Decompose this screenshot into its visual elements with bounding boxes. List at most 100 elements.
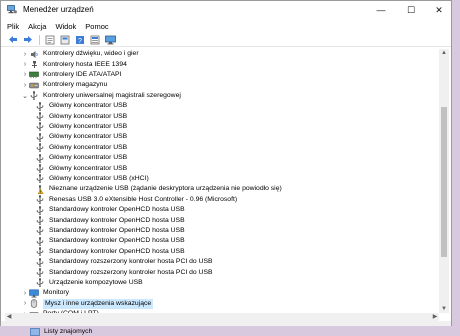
background-window-item: Listy znajomych	[30, 327, 170, 336]
audio-icon	[29, 50, 39, 59]
tree-item-label: Renesas USB 3.0 eXtensible Host Controll…	[49, 195, 238, 203]
usb-icon	[29, 91, 39, 101]
tree-device[interactable]: Główny koncentrator USB	[5, 111, 437, 122]
ide-icon	[29, 70, 39, 79]
tree-item-label: Standardowy kontroler OpenHCD hosta USB	[49, 237, 185, 245]
chevron-right-icon[interactable]: ›	[21, 81, 29, 89]
menu-file[interactable]: Plik	[7, 22, 19, 31]
tree-item-label: Urządzenie kompozytowe USB	[49, 278, 143, 286]
usb-icon	[35, 133, 45, 142]
tree-item-label: Główny koncentrator USB	[49, 143, 128, 151]
scroll-right-icon[interactable]: ▶	[431, 313, 439, 321]
usb-icon	[35, 226, 45, 236]
tree-device[interactable]: Główny koncentrator USB	[5, 163, 437, 174]
usb-icon	[35, 112, 45, 122]
scrollbar-thumb[interactable]	[441, 107, 447, 257]
tree-device[interactable]: Urządzenie kompozytowe USB	[5, 278, 437, 288]
chevron-right-icon[interactable]: ›	[21, 289, 29, 297]
window-title: Menedżer urządzeń	[23, 5, 94, 14]
tree-item-label: Standardowy rozszerzony kontroler hosta …	[49, 268, 213, 276]
chevron-down-icon[interactable]: ⌄	[21, 92, 29, 100]
scroll-left-icon[interactable]: ◀	[5, 313, 13, 321]
device-manager-window: Menedżer urządzeń — ☐ ✕ Plik Akcja Widok…	[0, 0, 452, 326]
back-icon[interactable]	[7, 34, 19, 45]
tree-category[interactable]: › Kontrolery magazynu	[5, 80, 437, 90]
menu-action[interactable]: Akcja	[28, 22, 46, 31]
usb-icon	[35, 257, 45, 267]
tree-item-label: Nieznane urządzenie USB (żądanie deskryp…	[49, 185, 282, 193]
tree-category[interactable]: ⌄ Kontrolery uniwersalnej magistrali szer…	[5, 91, 437, 101]
tree-device[interactable]: Standardowy kontroler OpenHCD hosta USB	[5, 215, 437, 226]
scroll-up-icon[interactable]: ▲	[439, 49, 449, 57]
tree-item-label: Standardowy rozszerzony kontroler hosta …	[49, 258, 213, 266]
usb-icon	[35, 268, 45, 278]
close-button[interactable]: ✕	[425, 1, 453, 19]
tree-device[interactable]: Główny koncentrator USB	[5, 153, 437, 163]
tree-item-label: Główny koncentrator USB	[49, 133, 128, 141]
tree-device[interactable]: Główny koncentrator USB	[5, 101, 437, 111]
monitor-icon	[29, 289, 39, 298]
tree-device[interactable]: Główny koncentrator USB (xHCI)	[5, 174, 437, 184]
tree-category[interactable]: › Kontrolery IDE ATA/ATAPI	[5, 70, 437, 80]
tree-category[interactable]: › Mysz i inne urządzenia wskazujące	[5, 298, 437, 309]
tree-device[interactable]: Standardowy kontroler OpenHCD hosta USB	[5, 205, 437, 215]
tree-item-label: Standardowy kontroler OpenHCD hosta USB	[49, 247, 185, 255]
monitor-icon[interactable]	[104, 34, 116, 45]
tree-device[interactable]: Główny koncentrator USB	[5, 132, 437, 142]
svg-text:?: ?	[78, 38, 82, 45]
tree-device[interactable]: Standardowy kontroler OpenHCD hosta USB	[5, 236, 437, 246]
forward-icon[interactable]	[22, 34, 34, 45]
menu-help[interactable]: Pomoc	[85, 22, 108, 31]
tree-item-label: Mysz i inne urządzenia wskazujące	[43, 298, 154, 309]
tree-item-label: Główny koncentrator USB	[49, 164, 128, 172]
tree-item-label: Standardowy kontroler OpenHCD hosta USB	[49, 216, 185, 224]
tree-item-label: Główny koncentrator USB	[49, 112, 128, 120]
usb-icon	[35, 101, 45, 111]
view-list-icon[interactable]	[89, 34, 101, 45]
tree-device[interactable]: Standardowy kontroler OpenHCD hosta USB	[5, 247, 437, 257]
view-icon[interactable]	[59, 34, 71, 45]
scroll-down-icon[interactable]: ▼	[439, 305, 449, 313]
firewire-icon	[29, 60, 39, 69]
tree-category[interactable]: › Monitory	[5, 288, 437, 298]
tree-device[interactable]: Renesas USB 3.0 eXtensible Host Controll…	[5, 195, 437, 205]
vertical-scrollbar[interactable]: ▲ ▼	[439, 49, 449, 313]
maximize-button[interactable]: ☐	[397, 1, 425, 19]
chevron-right-icon[interactable]: ›	[21, 300, 29, 308]
usb-icon	[35, 195, 45, 205]
tree-item-label: Główny koncentrator USB (xHCI)	[49, 174, 149, 182]
tree-item-label: Kontrolery hosta IEEE 1394	[43, 60, 127, 68]
horizontal-scrollbar[interactable]: ◀ ▶	[5, 313, 439, 321]
menu-bar: Plik Akcja Widok Pomoc	[1, 19, 451, 33]
tree-category[interactable]: › Kontrolery dźwięku, wideo i gier	[5, 49, 437, 59]
tree-device[interactable]: Główny koncentrator USB	[5, 122, 437, 132]
mouse-icon	[29, 299, 39, 308]
usb-icon	[35, 205, 45, 215]
status-bar	[1, 321, 451, 326]
chevron-right-icon[interactable]: ›	[21, 61, 29, 69]
minimize-button[interactable]: —	[367, 1, 395, 19]
tree-item-label: Kontrolery IDE ATA/ATAPI	[43, 70, 122, 78]
chevron-right-icon[interactable]: ›	[21, 71, 29, 79]
usb-icon	[35, 153, 45, 163]
tree-device[interactable]: Standardowy rozszerzony kontroler hosta …	[5, 267, 437, 278]
usb-icon	[35, 216, 45, 226]
background-label: Listy znajomych	[44, 328, 93, 335]
properties-icon[interactable]	[44, 34, 56, 45]
contacts-list-icon	[30, 327, 40, 336]
chevron-right-icon[interactable]: ›	[21, 50, 29, 58]
usb-icon	[35, 164, 45, 174]
tree-item-label: Główny koncentrator USB	[49, 122, 128, 130]
tree-device[interactable]: Standardowy rozszerzony kontroler hosta …	[5, 257, 437, 267]
tree-device[interactable]: Nieznane urządzenie USB (żądanie deskryp…	[5, 184, 437, 194]
device-tree[interactable]: › Kontrolery dźwięku, wideo i gier › Kontro…	[5, 49, 437, 313]
tree-device[interactable]: Główny koncentrator USB	[5, 143, 437, 153]
tree-item-label: Główny koncentrator USB	[49, 154, 128, 162]
help-icon[interactable]: ?	[74, 34, 86, 45]
tree-device[interactable]: Standardowy kontroler OpenHCD hosta USB	[5, 226, 437, 236]
title-bar[interactable]: Menedżer urządzeń — ☐ ✕	[1, 1, 451, 19]
menu-view[interactable]: Widok	[55, 22, 76, 31]
usb-icon	[35, 143, 45, 153]
tree-item-label: Główny koncentrator USB	[49, 102, 128, 110]
tree-category[interactable]: › Kontrolery hosta IEEE 1394	[5, 59, 437, 69]
